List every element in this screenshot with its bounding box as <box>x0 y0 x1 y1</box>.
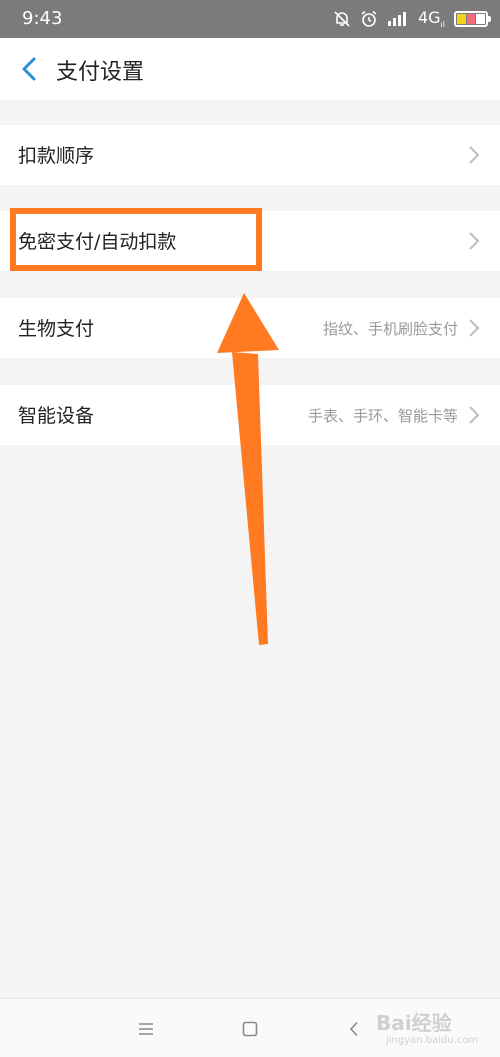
menu-icon <box>139 1023 153 1035</box>
nav-back-button[interactable] <box>340 1015 368 1043</box>
watermark: Bai经验 jingyan.baidu.com <box>372 1005 492 1053</box>
home-button[interactable] <box>236 1015 264 1043</box>
nav-bar: Bai经验 jingyan.baidu.com <box>0 998 500 1057</box>
watermark-sub: jingyan.baidu.com <box>386 1035 479 1046</box>
annotation-arrow <box>217 293 279 645</box>
home-square-icon <box>242 1021 258 1037</box>
back-icon <box>349 1021 358 1037</box>
watermark-text: Bai经验 <box>376 1011 452 1035</box>
menu-button[interactable] <box>132 1015 160 1043</box>
